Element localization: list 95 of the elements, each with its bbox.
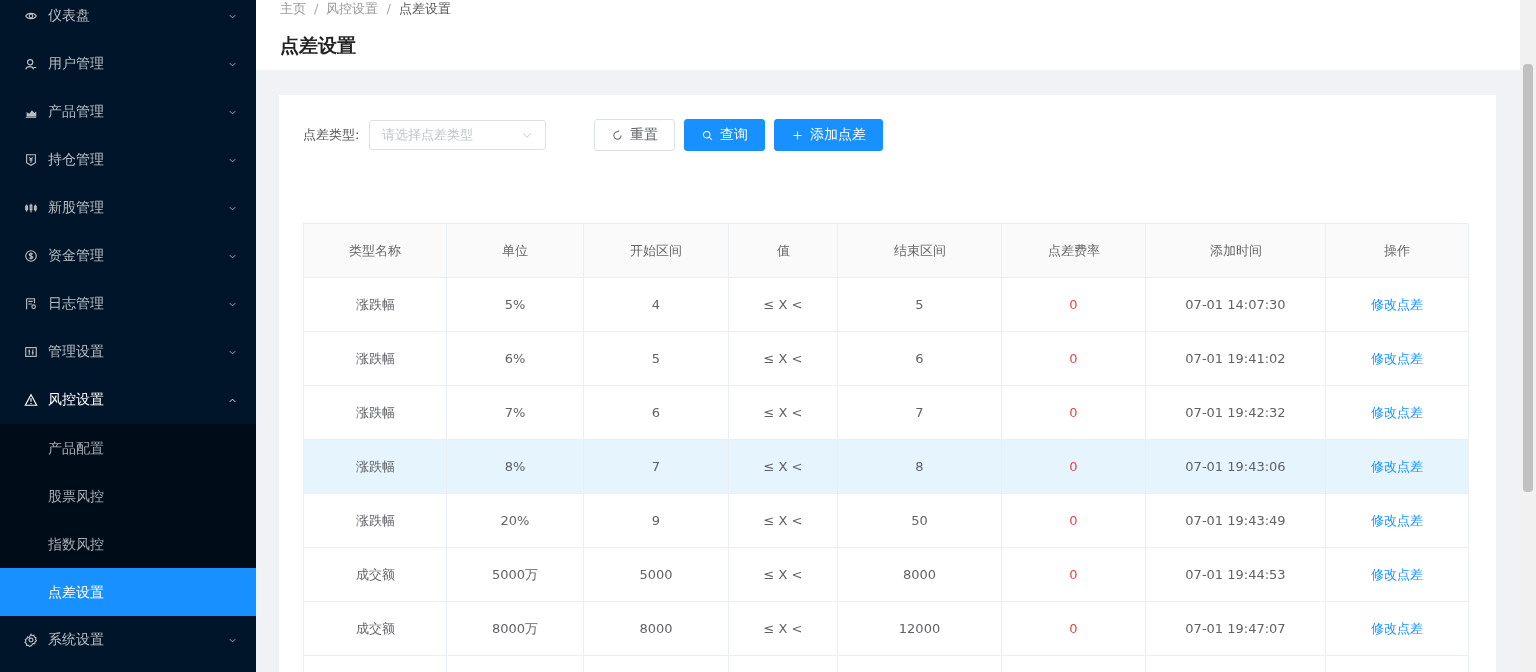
table-cell: 4 — [651, 297, 661, 312]
column-header: 单位 — [446, 223, 584, 278]
user-icon — [24, 57, 38, 71]
table-cell: 07-01 19:44:53 — [1185, 567, 1286, 582]
breadcrumb-item[interactable]: 点差设置 — [398, 1, 451, 17]
sidebar-item[interactable]: 日志管理 — [0, 280, 256, 328]
table-row[interactable]: 涨跌幅 8% 7 ≤ X < 8 0 07-01 19:43:06 修改点差 — [303, 439, 1469, 494]
table-cell: 7% — [504, 405, 526, 420]
sidebar-item[interactable]: 仪表盘 — [0, 0, 256, 40]
table-cell: 0 — [1069, 297, 1078, 312]
table-row[interactable]: 成交额 8000万 8000 ≤ X < 12000 0 07-01 19:47:07 修改点差 — [303, 601, 1469, 656]
column-header: 开始区间 — [583, 223, 729, 278]
table-cell: 07-01 19:47:07 — [1185, 621, 1286, 636]
table-cell: ≤ X < — [763, 297, 803, 312]
table-cell: ≤ X < — [763, 459, 803, 474]
table-cell: 5% — [504, 297, 526, 312]
table-cell: 07-01 19:41:02 — [1185, 351, 1286, 366]
table-row[interactable]: 涨跌幅 6% 5 ≤ X < 6 0 07-01 19:41:02 修改点差 — [303, 331, 1469, 386]
table-cell: 5 — [915, 297, 924, 312]
sidebar-item[interactable]: 管理设置 — [0, 328, 256, 376]
table-cell: 涨跌幅 — [355, 350, 395, 366]
sidebar-item[interactable]: 新股管理 — [0, 184, 256, 232]
table-row[interactable]: 涨跌幅 5% 4 ≤ X < 5 0 07-01 14:07:30 修改点差 — [303, 277, 1469, 332]
table-cell: 07-01 19:43:06 — [1185, 459, 1286, 474]
table-cell: 12000 — [898, 621, 941, 636]
table-cell: 5 — [651, 351, 661, 366]
table-cell: ≤ X < — [763, 621, 803, 636]
breadcrumb-separator: / — [314, 1, 319, 17]
table-cell: 07-01 19:42:32 — [1185, 405, 1286, 420]
table-cell: 0 — [1069, 459, 1078, 474]
table-cell: 0 — [1069, 405, 1078, 420]
document-icon — [24, 297, 38, 311]
sidebar-item[interactable]: 持仓管理 — [0, 136, 256, 184]
column-header: 值 — [728, 223, 838, 278]
reset-button[interactable]: 重置 — [594, 119, 676, 151]
table-cell: 涨跌幅 — [355, 512, 395, 528]
table-cell: ≤ X < — [763, 351, 803, 366]
warning-icon — [24, 393, 38, 407]
table-cell: 07-01 14:07:30 — [1185, 297, 1286, 312]
table-cell: 8000 — [639, 621, 673, 636]
table-cell: 8000万 — [491, 620, 539, 636]
page-title: 点差设置 — [280, 33, 357, 58]
candlestick-icon — [24, 201, 38, 215]
column-header: 操作 — [1325, 223, 1469, 278]
column-header: 点差费率 — [1001, 223, 1146, 278]
settings-icon — [24, 633, 38, 647]
column-header: 添加时间 — [1145, 223, 1326, 278]
table-row[interactable]: 涨跌幅 7% 6 ≤ X < 7 0 07-01 19:42:32 修改点差 — [303, 385, 1469, 440]
table-cell: 6 — [915, 351, 924, 366]
table-cell: ≤ X < — [763, 513, 803, 528]
table-cell: 6 — [651, 405, 661, 420]
table-cell: 9 — [651, 513, 661, 528]
sidebar-item[interactable]: 用户管理 — [0, 40, 256, 88]
table-cell: 0 — [1069, 621, 1078, 636]
breadcrumb-separator: / — [386, 1, 391, 17]
table-cell: 涨跌幅 — [355, 296, 395, 312]
submenu-item[interactable]: 股票风控 — [0, 472, 256, 520]
table-cell: 涨跌幅 — [355, 458, 395, 474]
table-cell: 0 — [1069, 513, 1078, 528]
table-cell: 07-01 19:43:49 — [1185, 513, 1286, 528]
table-cell: 5000万 — [491, 566, 539, 582]
table-cell: 涨跌幅 — [355, 404, 395, 420]
filter-label: 点差类型: — [303, 126, 360, 144]
refresh-icon — [611, 128, 625, 142]
sidebar-item[interactable]: 风控设置 — [0, 376, 256, 424]
table-cell: 8% — [504, 459, 526, 474]
plus-icon — [791, 128, 805, 142]
table-row[interactable]: 成交额 5000万 5000 ≤ X < 8000 0 07-01 19:44:53 修改点差 — [303, 547, 1469, 602]
table-cell: 7 — [915, 405, 924, 420]
table-cell: 50 — [911, 513, 928, 528]
yen-icon — [24, 153, 38, 167]
table-cell: 5000 — [639, 567, 673, 582]
dollar-icon — [24, 249, 38, 263]
table-cell: 成交额 — [355, 566, 395, 582]
table-cell: 6% — [504, 351, 526, 366]
table-cell: 8 — [915, 459, 924, 474]
table-cell: 成交额 — [355, 620, 395, 636]
table-cell: ≤ X < — [763, 405, 803, 420]
submenu-item[interactable]: 指数风控 — [0, 520, 256, 568]
sidebar-item[interactable]: 系统设置 — [0, 616, 256, 664]
column-header: 结束区间 — [837, 223, 1002, 278]
table-cell: 0 — [1069, 351, 1078, 366]
search-icon — [701, 128, 715, 142]
panel-icon — [24, 345, 38, 359]
table-cell: 20% — [500, 513, 530, 528]
table-cell: 8000 — [902, 567, 937, 582]
table-row[interactable]: 涨跌幅 20% 9 ≤ X < 50 0 07-01 19:43:49 修改点差 — [303, 493, 1469, 548]
sidebar-item[interactable]: 资金管理 — [0, 232, 256, 280]
scrollbar[interactable] — [1520, 0, 1536, 672]
submenu-item[interactable]: 产品配置 — [0, 424, 256, 472]
column-header: 类型名称 — [303, 223, 447, 278]
table-cell: 0 — [1069, 567, 1078, 582]
sidebar-item[interactable]: 产品管理 — [0, 88, 256, 136]
table-cell: 7 — [651, 459, 661, 474]
table-cell: ≤ X < — [763, 567, 803, 582]
